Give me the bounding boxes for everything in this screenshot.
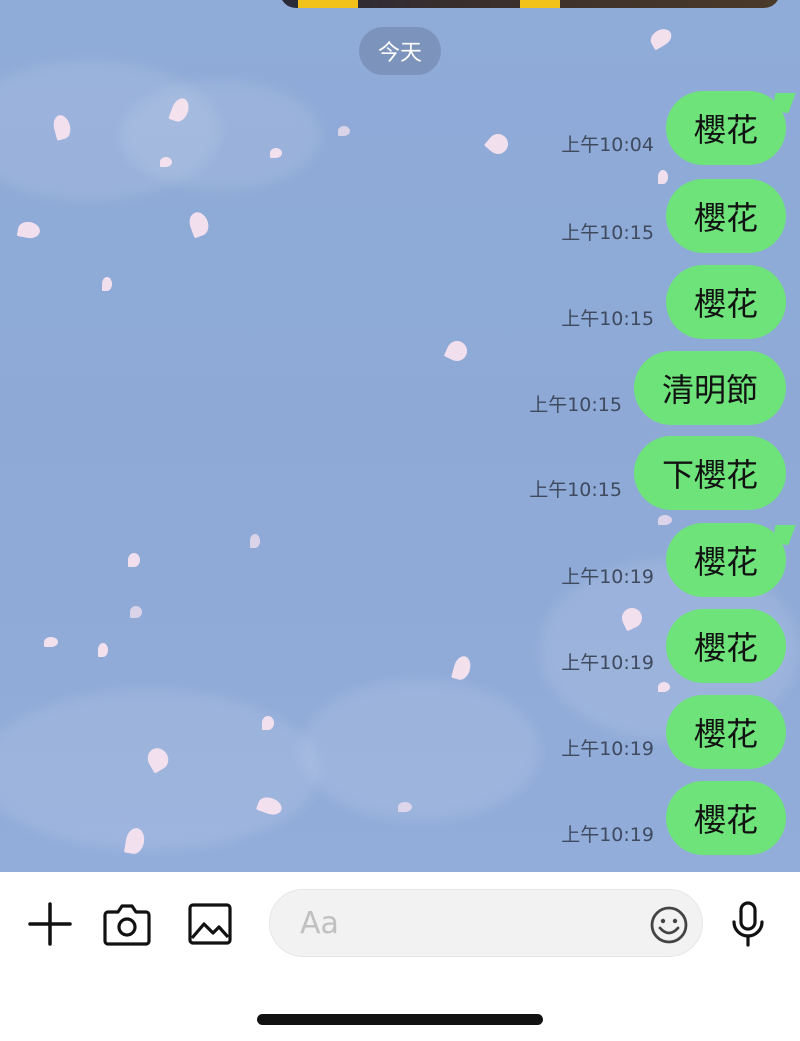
message-time: 上午10:15 bbox=[561, 222, 654, 244]
message-row: 上午10:15 清明節 bbox=[529, 351, 786, 425]
plus-icon[interactable] bbox=[26, 898, 74, 950]
petal bbox=[658, 682, 670, 692]
message-text: 櫻花 bbox=[693, 199, 758, 237]
message-text: 櫻花 bbox=[693, 111, 758, 149]
message-bubble[interactable]: 櫻花 bbox=[665, 609, 786, 683]
message-time: 上午10:15 bbox=[529, 479, 622, 501]
message-row: 上午10:19 櫻花 bbox=[561, 609, 786, 683]
petal bbox=[128, 553, 140, 567]
media-stripe bbox=[298, 0, 358, 8]
message-bubble[interactable]: 清明節 bbox=[633, 351, 786, 425]
message-text: 下櫻花 bbox=[661, 456, 758, 494]
message-time: 上午10:19 bbox=[561, 652, 654, 674]
petal bbox=[16, 220, 42, 240]
camera-icon[interactable] bbox=[102, 898, 152, 950]
message-time: 上午10:15 bbox=[529, 394, 622, 416]
petal bbox=[262, 716, 274, 730]
previous-media-message[interactable] bbox=[280, 0, 780, 8]
message-row: 上午10:15 櫻花 bbox=[561, 265, 786, 339]
message-text: 櫻花 bbox=[693, 543, 758, 581]
petal bbox=[186, 209, 212, 239]
petal bbox=[483, 129, 513, 159]
message-bubble[interactable]: 櫻花 bbox=[665, 91, 786, 165]
background-cloud bbox=[300, 680, 540, 820]
petal bbox=[250, 534, 260, 548]
message-text: 清明節 bbox=[661, 371, 758, 409]
message-time: 上午10:15 bbox=[561, 308, 654, 330]
date-label: 今天 bbox=[377, 41, 422, 66]
message-input-placeholder: Aa bbox=[300, 906, 339, 941]
message-row: 上午10:19 櫻花 bbox=[561, 523, 786, 597]
message-bubble[interactable]: 櫻花 bbox=[665, 695, 786, 769]
message-text: 櫻花 bbox=[693, 801, 758, 839]
microphone-icon[interactable] bbox=[728, 900, 768, 950]
petal bbox=[398, 802, 412, 812]
petal bbox=[338, 126, 350, 136]
message-time: 上午10:04 bbox=[561, 134, 654, 156]
message-time: 上午10:19 bbox=[561, 824, 654, 846]
message-row: 上午10:04 櫻花 bbox=[561, 91, 786, 165]
media-stripe bbox=[520, 0, 560, 8]
petal bbox=[443, 337, 471, 365]
petal bbox=[44, 637, 58, 647]
petal bbox=[270, 148, 282, 158]
message-text: 櫻花 bbox=[693, 629, 758, 667]
chat-area[interactable]: 今天 上午10:04 櫻花 上午10:15 櫻花 上午10:15 櫻花 上午10… bbox=[0, 0, 800, 872]
message-row: 上午10:15 櫻花 bbox=[561, 179, 786, 253]
message-time: 上午10:19 bbox=[561, 566, 654, 588]
emoji-icon[interactable] bbox=[648, 904, 690, 946]
message-bubble[interactable]: 下櫻花 bbox=[633, 436, 786, 510]
message-text: 櫻花 bbox=[693, 285, 758, 323]
petal bbox=[130, 606, 142, 618]
message-input[interactable]: Aa bbox=[269, 889, 703, 957]
petal bbox=[451, 654, 473, 682]
home-indicator[interactable] bbox=[257, 1014, 543, 1025]
message-row: 上午10:19 櫻花 bbox=[561, 781, 786, 855]
image-icon[interactable] bbox=[186, 898, 234, 950]
message-bubble[interactable]: 櫻花 bbox=[665, 523, 786, 597]
message-bubble[interactable]: 櫻花 bbox=[665, 265, 786, 339]
background-cloud bbox=[120, 80, 320, 190]
petal bbox=[102, 277, 112, 291]
message-row: 上午10:15 下櫻花 bbox=[529, 436, 786, 510]
message-bubble[interactable]: 櫻花 bbox=[665, 781, 786, 855]
message-text: 櫻花 bbox=[693, 715, 758, 753]
petal bbox=[647, 25, 675, 51]
message-row: 上午10:19 櫻花 bbox=[561, 695, 786, 769]
message-time: 上午10:19 bbox=[561, 738, 654, 760]
petal bbox=[160, 157, 172, 167]
date-separator: 今天 bbox=[359, 27, 441, 75]
petal bbox=[98, 643, 108, 657]
message-bubble[interactable]: 櫻花 bbox=[665, 179, 786, 253]
